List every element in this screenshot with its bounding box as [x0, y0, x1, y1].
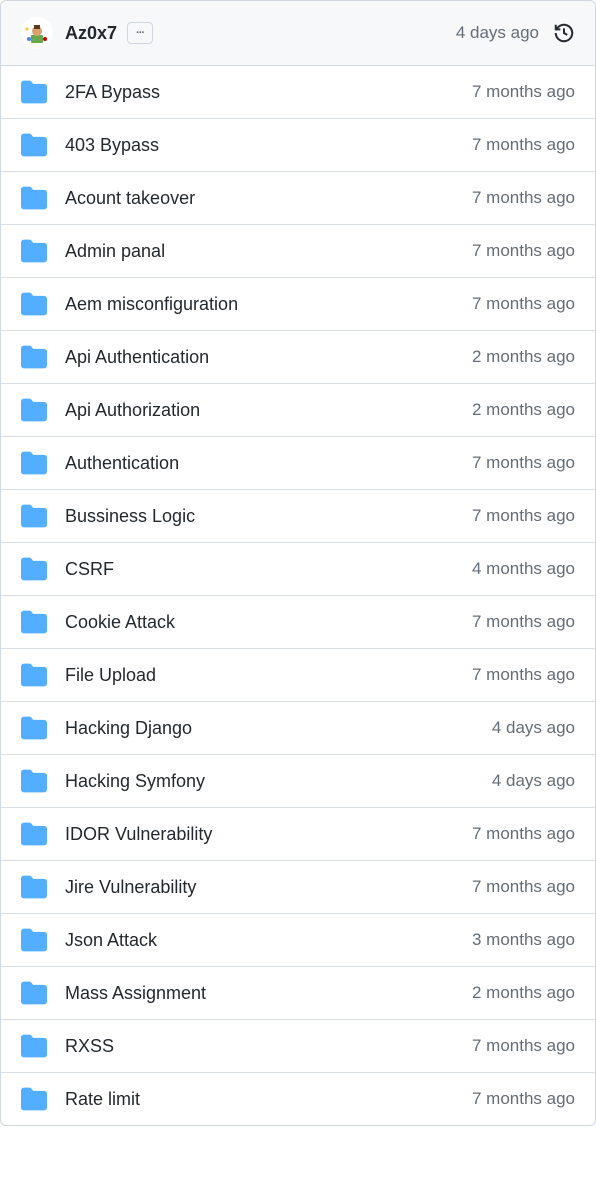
history-icon[interactable]: [553, 22, 575, 44]
folder-icon: [21, 874, 47, 900]
file-name[interactable]: Authentication: [65, 453, 472, 474]
file-row[interactable]: 403 Bypass7 months ago: [1, 119, 595, 172]
folder-icon: [21, 927, 47, 953]
file-name[interactable]: Hacking Django: [65, 718, 492, 739]
avatar[interactable]: [21, 17, 53, 49]
file-name[interactable]: 403 Bypass: [65, 135, 472, 156]
folder-icon: [21, 79, 47, 105]
folder-icon: [21, 503, 47, 529]
folder-icon: [21, 556, 47, 582]
folder-icon: [21, 768, 47, 794]
folder-icon: [21, 291, 47, 317]
file-name[interactable]: Bussiness Logic: [65, 506, 472, 527]
file-name[interactable]: Jire Vulnerability: [65, 877, 472, 898]
file-row[interactable]: CSRF4 months ago: [1, 543, 595, 596]
commit-header: Az0x7 ··· 4 days ago: [1, 1, 595, 66]
file-row[interactable]: Bussiness Logic7 months ago: [1, 490, 595, 543]
file-row[interactable]: Cookie Attack7 months ago: [1, 596, 595, 649]
file-row[interactable]: File Upload7 months ago: [1, 649, 595, 702]
file-time: 7 months ago: [472, 665, 575, 685]
file-name[interactable]: File Upload: [65, 665, 472, 686]
folder-icon: [21, 980, 47, 1006]
file-row[interactable]: Mass Assignment2 months ago: [1, 967, 595, 1020]
file-time: 3 months ago: [472, 930, 575, 950]
file-name[interactable]: Api Authorization: [65, 400, 472, 421]
file-name[interactable]: Mass Assignment: [65, 983, 472, 1004]
author-name[interactable]: Az0x7: [65, 23, 117, 44]
file-time: 4 days ago: [492, 771, 575, 791]
file-time: 7 months ago: [472, 82, 575, 102]
file-row[interactable]: Rate limit7 months ago: [1, 1073, 595, 1125]
file-row[interactable]: Api Authorization2 months ago: [1, 384, 595, 437]
folder-icon: [21, 185, 47, 211]
file-row[interactable]: Aem misconfiguration7 months ago: [1, 278, 595, 331]
file-time: 4 days ago: [492, 718, 575, 738]
file-time: 7 months ago: [472, 877, 575, 897]
file-time: 4 months ago: [472, 559, 575, 579]
file-name[interactable]: 2FA Bypass: [65, 82, 472, 103]
folder-icon: [21, 821, 47, 847]
file-row[interactable]: 2FA Bypass7 months ago: [1, 66, 595, 119]
file-browser: Az0x7 ··· 4 days ago 2FA Bypass7 months …: [0, 0, 596, 1126]
file-time: 7 months ago: [472, 453, 575, 473]
file-row[interactable]: Hacking Django4 days ago: [1, 702, 595, 755]
file-name[interactable]: RXSS: [65, 1036, 472, 1057]
folder-icon: [21, 132, 47, 158]
file-time: 7 months ago: [472, 1036, 575, 1056]
file-time: 7 months ago: [472, 824, 575, 844]
folder-icon: [21, 1086, 47, 1112]
file-row[interactable]: Hacking Symfony4 days ago: [1, 755, 595, 808]
folder-icon: [21, 1033, 47, 1059]
file-name[interactable]: Cookie Attack: [65, 612, 472, 633]
folder-icon: [21, 397, 47, 423]
file-name[interactable]: Api Authentication: [65, 347, 472, 368]
file-row[interactable]: Jire Vulnerability7 months ago: [1, 861, 595, 914]
file-name[interactable]: Aem misconfiguration: [65, 294, 472, 315]
file-row[interactable]: Acount takeover7 months ago: [1, 172, 595, 225]
file-name[interactable]: Json Attack: [65, 930, 472, 951]
folder-icon: [21, 662, 47, 688]
file-name[interactable]: Acount takeover: [65, 188, 472, 209]
folder-icon: [21, 609, 47, 635]
file-row[interactable]: Admin panal7 months ago: [1, 225, 595, 278]
file-time: 2 months ago: [472, 347, 575, 367]
file-time: 7 months ago: [472, 188, 575, 208]
file-row[interactable]: Json Attack3 months ago: [1, 914, 595, 967]
file-time: 7 months ago: [472, 241, 575, 261]
file-name[interactable]: CSRF: [65, 559, 472, 580]
file-name[interactable]: IDOR Vulnerability: [65, 824, 472, 845]
file-row[interactable]: IDOR Vulnerability7 months ago: [1, 808, 595, 861]
file-name[interactable]: Rate limit: [65, 1089, 472, 1110]
folder-icon: [21, 450, 47, 476]
file-time: 2 months ago: [472, 983, 575, 1003]
file-row[interactable]: Api Authentication2 months ago: [1, 331, 595, 384]
file-row[interactable]: Authentication7 months ago: [1, 437, 595, 490]
file-time: 7 months ago: [472, 612, 575, 632]
file-time: 7 months ago: [472, 506, 575, 526]
more-button[interactable]: ···: [127, 22, 153, 44]
file-time: 7 months ago: [472, 1089, 575, 1109]
file-name[interactable]: Hacking Symfony: [65, 771, 492, 792]
file-time: 7 months ago: [472, 135, 575, 155]
file-row[interactable]: RXSS7 months ago: [1, 1020, 595, 1073]
file-list: 2FA Bypass7 months ago 403 Bypass7 month…: [1, 66, 595, 1125]
commit-time: 4 days ago: [456, 23, 539, 43]
folder-icon: [21, 238, 47, 264]
file-time: 2 months ago: [472, 400, 575, 420]
folder-icon: [21, 344, 47, 370]
file-time: 7 months ago: [472, 294, 575, 314]
file-name[interactable]: Admin panal: [65, 241, 472, 262]
folder-icon: [21, 715, 47, 741]
